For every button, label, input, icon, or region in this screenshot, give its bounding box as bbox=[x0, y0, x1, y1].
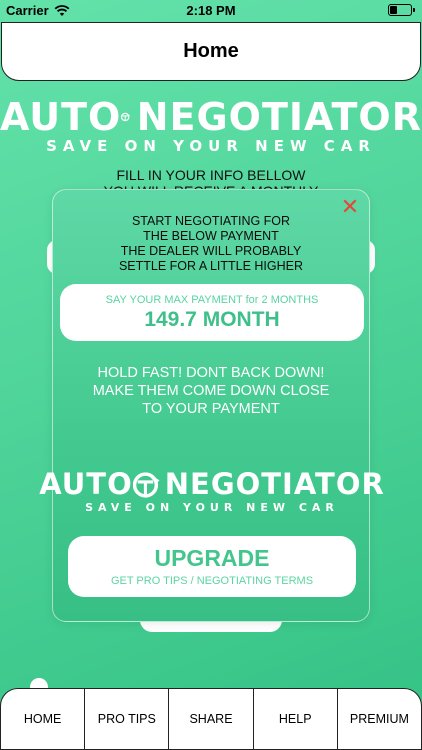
steering-wheel-icon bbox=[132, 471, 160, 498]
instruction-line: START NEGOTIATING FOR bbox=[131, 214, 291, 228]
upgrade-button[interactable]: UPGRADE GET PRO TIPS / NEGOTIATING TERMS bbox=[68, 536, 356, 597]
popup-instructions: START NEGOTIATING FOR THE BELOW PAYMENT … bbox=[53, 214, 369, 274]
tab-bar: HOME PRO TIPS SHARE HELP PREMIUM bbox=[0, 688, 422, 750]
tab-pro-tips[interactable]: PRO TIPS bbox=[85, 689, 170, 749]
instruction-line: THE BELOW PAYMENT bbox=[143, 229, 279, 243]
logo-text-auto: AUTO bbox=[39, 467, 133, 501]
clock-label: 2:18 PM bbox=[186, 3, 236, 18]
hold-line: HOLD FAST! DONT BACK DOWN! bbox=[97, 365, 325, 381]
tab-premium[interactable]: PREMIUM bbox=[338, 689, 421, 749]
logo-text-auto: AUTO bbox=[0, 95, 122, 139]
tab-help[interactable]: HELP bbox=[254, 689, 338, 749]
instruction-line: SETTLE FOR A LITTLE HIGHER bbox=[118, 259, 304, 273]
battery-icon bbox=[388, 4, 415, 16]
hold-fast-message: HOLD FAST! DONT BACK DOWN! MAKE THEM COM… bbox=[53, 364, 369, 418]
logo-text-negotiator: NEGOTIATOR bbox=[136, 95, 422, 139]
payment-popup: ✕ START NEGOTIATING FOR THE BELOW PAYMEN… bbox=[39, 189, 384, 622]
hold-line: TO YOUR PAYMENT bbox=[142, 401, 280, 417]
app-logo: AUTO NEGOTIATOR SAVE ON YOUR NEW CAR bbox=[0, 98, 422, 154]
upgrade-title: UPGRADE bbox=[154, 545, 270, 571]
tab-home[interactable]: HOME bbox=[1, 689, 86, 749]
tab-share[interactable]: SHARE bbox=[169, 689, 254, 749]
logo-text-negotiator: NEGOTIATOR bbox=[164, 467, 385, 501]
payment-card: SAY YOUR MAX PAYMENT for 2 MONTHS 149.7 … bbox=[60, 284, 364, 341]
upgrade-subtitle: GET PRO TIPS / NEGOTIATING TERMS bbox=[110, 575, 314, 587]
logo-tagline: SAVE ON YOUR NEW CAR bbox=[85, 501, 339, 514]
status-bar: Carrier 2:18 PM bbox=[0, 0, 422, 22]
hold-line: MAKE THEM COME DOWN CLOSE bbox=[92, 383, 330, 399]
logo-wordmark: AUTO NEGOTIATOR bbox=[0, 98, 422, 136]
logo-tagline: SAVE ON YOUR NEW CAR bbox=[46, 137, 376, 155]
background-line-1: FILL IN YOUR INFO BELLOW bbox=[116, 167, 306, 183]
steering-wheel-icon bbox=[121, 112, 131, 122]
navigation-bar: Home bbox=[1, 22, 421, 81]
popup-logo: AUTO NEGOTIATOR SAVE ON YOUR NEW CAR bbox=[1, 470, 422, 514]
instruction-line: THE DEALER WILL PROBABLY bbox=[120, 244, 302, 258]
page-title: Home bbox=[183, 40, 239, 62]
payment-label: SAY YOUR MAX PAYMENT for 2 MONTHS bbox=[105, 294, 319, 306]
payment-value: 149.7 MONTH bbox=[144, 308, 280, 331]
logo-wordmark: AUTO NEGOTIATOR bbox=[1, 470, 422, 499]
